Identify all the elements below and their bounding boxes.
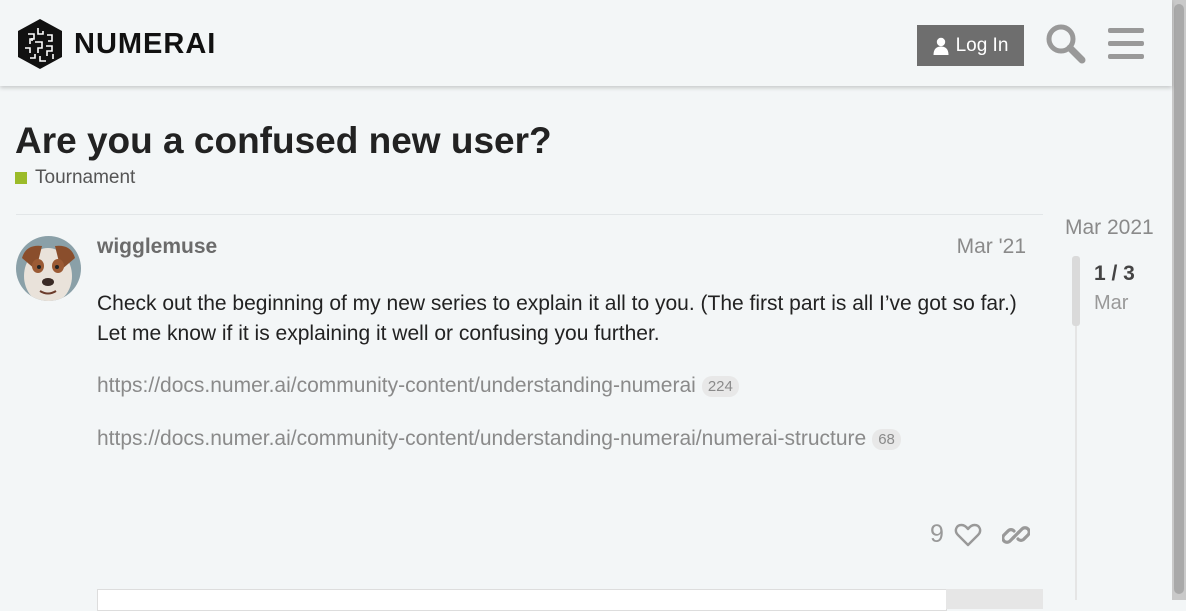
timeline-handle[interactable] — [1072, 256, 1080, 326]
category-badge[interactable]: Tournament — [15, 167, 135, 189]
category-color-swatch — [15, 172, 27, 184]
timeline-current-date: Mar — [1094, 292, 1129, 314]
login-label: Log In — [955, 34, 1009, 56]
login-button[interactable]: Log In — [917, 25, 1024, 66]
logo-text: NUMERAI — [74, 27, 217, 60]
category-name: Tournament — [35, 167, 136, 188]
scrollbar-thumb[interactable] — [1174, 4, 1184, 594]
numerai-logo-icon — [18, 19, 62, 69]
search-icon[interactable] — [1044, 22, 1086, 64]
heart-icon[interactable] — [954, 521, 982, 549]
next-post-side-panel — [946, 589, 1043, 609]
like-count[interactable]: 9 — [930, 520, 944, 549]
dog-avatar-icon — [16, 236, 81, 301]
user-icon — [933, 37, 949, 55]
hamburger-menu-icon[interactable] — [1108, 24, 1144, 62]
post-date[interactable]: Mar '21 — [957, 235, 1026, 259]
numerai-logo[interactable]: NUMERAI — [16, 18, 216, 70]
link-click-count: 224 — [701, 375, 739, 397]
topic-divider — [16, 214, 1043, 215]
page-scrollbar[interactable] — [1172, 0, 1186, 600]
understanding-numerai-link[interactable]: https://docs.numer.ai/community-content/… — [97, 374, 696, 398]
next-post-box — [97, 589, 947, 611]
post-link-2: https://docs.numer.ai/community-content/… — [97, 427, 901, 451]
numerai-structure-link[interactable]: https://docs.numer.ai/community-content/… — [97, 427, 866, 451]
topic-title[interactable]: Are you a confused new user? — [15, 120, 552, 162]
post-body: Check out the beginning of my new series… — [97, 292, 1017, 345]
timeline-start-date[interactable]: Mar 2021 — [1065, 216, 1154, 240]
link-icon[interactable] — [1002, 521, 1030, 549]
post-link-1: https://docs.numer.ai/community-content/… — [97, 374, 739, 398]
link-click-count: 68 — [872, 428, 901, 450]
site-header: NUMERAI Log In — [0, 0, 1172, 86]
post-username[interactable]: wigglemuse — [97, 235, 217, 259]
timeline-position: 1 / 3 — [1094, 262, 1135, 285]
user-avatar[interactable] — [16, 236, 81, 301]
